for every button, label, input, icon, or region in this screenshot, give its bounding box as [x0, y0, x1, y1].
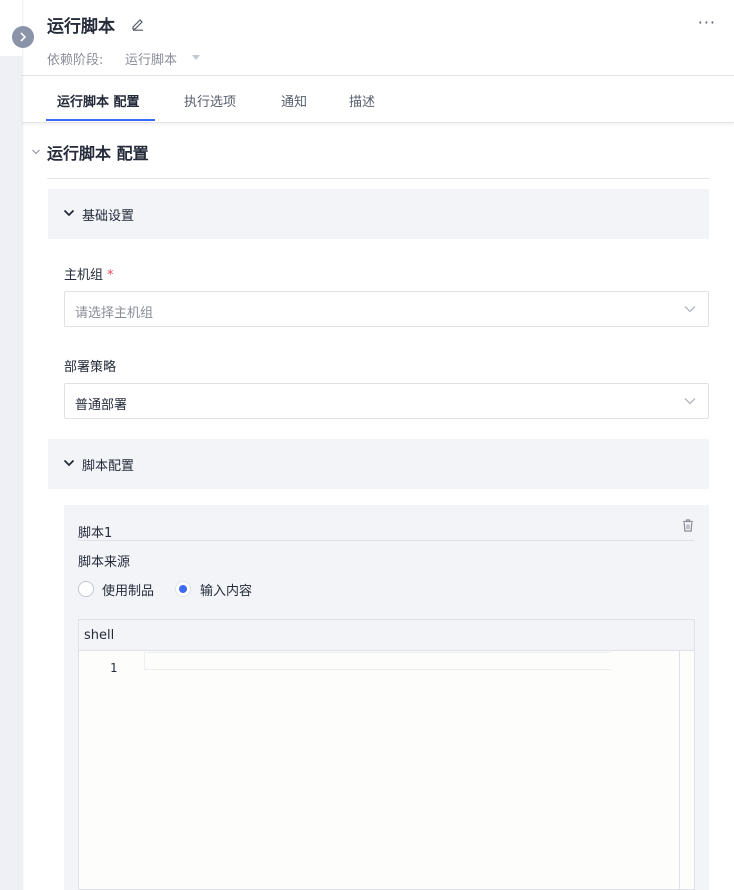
chevron-right-icon [20, 32, 27, 42]
tab-execution-options[interactable]: 执行选项 [184, 91, 236, 110]
line-number: 1 [110, 661, 118, 675]
dependency-select[interactable]: 运行脚本 [125, 49, 177, 68]
tab-notifications[interactable]: 通知 [281, 91, 307, 110]
section-title: 运行脚本 配置 [47, 144, 149, 163]
radio-label-artifact[interactable]: 使用制品 [102, 580, 154, 599]
strategy-value: 普通部署 [75, 398, 128, 413]
section-divider [47, 178, 709, 179]
group-label: 脚本配置 [82, 459, 135, 474]
more-icon[interactable]: ··· [698, 13, 716, 32]
radio-label-input[interactable]: 输入内容 [200, 580, 252, 599]
editor-language: shell [84, 628, 115, 643]
script-card: 脚本1 脚本来源 使用制品 输入内容 shell 1 [64, 505, 709, 890]
chevron-down-icon[interactable] [31, 147, 41, 157]
chevron-down-icon [684, 306, 696, 313]
code-editor[interactable]: shell 1 [78, 619, 695, 890]
expand-panel-button[interactable] [12, 26, 34, 48]
page-title: 运行脚本 [47, 17, 115, 37]
left-sidebar-strip [0, 0, 22, 890]
chevron-down-icon[interactable] [63, 458, 75, 468]
host-group-placeholder: 请选择主机组 [75, 306, 154, 321]
panel-shadow [22, 0, 24, 890]
script-config-group[interactable]: 脚本配置 [48, 439, 709, 489]
strategy-label: 部署策略 [64, 360, 117, 375]
host-group-label-text: 主机组 [64, 268, 104, 283]
radio-input-content[interactable] [175, 581, 191, 597]
script-name[interactable]: 脚本1 [78, 522, 112, 541]
chevron-down-icon [684, 398, 696, 405]
editor-current-line[interactable] [144, 652, 611, 670]
tab-description[interactable]: 描述 [349, 91, 375, 110]
radio-use-artifact[interactable] [78, 581, 94, 597]
required-marker: * [107, 268, 114, 283]
strategy-select[interactable]: 普通部署 [64, 383, 709, 419]
tab-bar: 运行脚本 配置 执行选项 通知 描述 [22, 77, 734, 123]
caret-down-icon[interactable] [192, 55, 200, 60]
panel-header: 运行脚本 ··· 依赖阶段: 运行脚本 [22, 0, 734, 76]
trash-icon[interactable] [682, 519, 694, 532]
tab-script-config[interactable]: 运行脚本 配置 [57, 91, 140, 110]
group-label: 基础设置 [82, 209, 135, 224]
editor-header: shell [79, 620, 694, 651]
section-header[interactable]: 运行脚本 配置 [22, 138, 734, 178]
script-name-underline [78, 540, 694, 541]
dependency-label: 依赖阶段: [47, 53, 104, 68]
active-tab-indicator [46, 119, 155, 121]
host-group-select[interactable]: 请选择主机组 [64, 291, 709, 327]
config-panel: 运行脚本 ··· 依赖阶段: 运行脚本 运行脚本 配置 执行选项 通知 描述 运… [22, 0, 734, 890]
host-group-label: 主机组 * [64, 264, 114, 283]
script-source-label: 脚本来源 [78, 555, 131, 570]
basic-settings-group[interactable]: 基础设置 [48, 189, 709, 239]
chevron-down-icon[interactable] [63, 208, 75, 218]
editor-scrollbar[interactable] [679, 651, 680, 890]
edit-icon[interactable] [131, 17, 145, 31]
